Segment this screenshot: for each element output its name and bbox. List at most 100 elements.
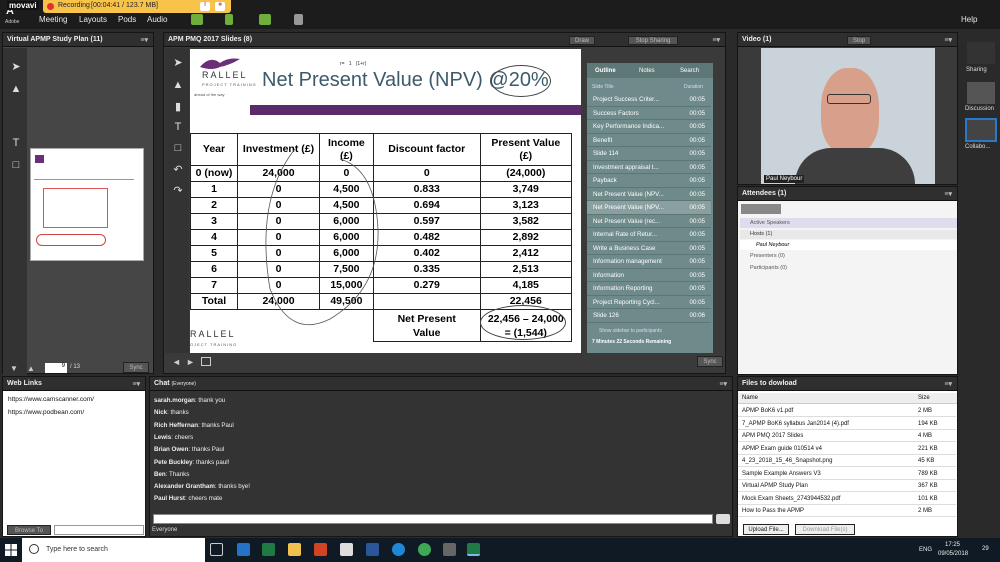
presenters-group[interactable]: Presenters (0) [740, 252, 957, 261]
outline-item[interactable]: Information Reporting 00:05 [587, 282, 711, 296]
undo-icon[interactable]: ↶ [171, 163, 185, 177]
arrow-up-icon[interactable]: ▲ [27, 364, 35, 373]
tab-outline[interactable]: Outline [595, 68, 616, 74]
discussion-layout-thumb[interactable] [967, 82, 995, 104]
outline-item[interactable]: Success Factors 00:05 [587, 107, 711, 120]
collaboration-layout-thumb[interactable] [965, 118, 997, 142]
outline-item[interactable]: Investment appraisal t... 00:05 [587, 161, 711, 174]
outline-item[interactable]: Payback 00:05 [587, 174, 711, 188]
participants-group[interactable]: Participants (0) [740, 264, 957, 273]
outline-item[interactable]: Net Present Value (NPV... 00:05 [587, 201, 711, 215]
file-explorer-icon[interactable] [288, 543, 301, 556]
clock-time[interactable]: 17:25 [945, 542, 960, 548]
edge-app-icon[interactable] [392, 543, 405, 556]
marker-tool-icon[interactable]: ▲ [171, 78, 185, 92]
file-row[interactable]: 4_23_2018_15_46_Snapshot.png 45 KB [738, 455, 956, 468]
weblink-item[interactable]: https://www.camscanner.com/ [8, 396, 94, 403]
redo-icon[interactable]: ↷ [171, 184, 185, 198]
weblink-item[interactable]: https://www.podbean.com/ [8, 409, 84, 416]
marker-tool-icon[interactable]: ▲ [9, 82, 23, 96]
file-row[interactable]: APMP BoK6 v1.pdf 2 MB [738, 405, 956, 418]
chat-tab-everyone[interactable]: Everyone [152, 527, 177, 533]
download-files-button[interactable]: Download File(s) [795, 524, 855, 535]
microphone-icon[interactable] [225, 14, 233, 25]
pointer-tool-icon[interactable]: ➤ [171, 56, 185, 70]
outline-item[interactable]: Net Present Value (NPV... 00:05 [587, 188, 711, 201]
pod-options-icon[interactable]: ≡▾ [944, 190, 952, 198]
menu-layouts[interactable]: Layouts [79, 15, 107, 24]
weblink-url-input[interactable] [54, 525, 144, 535]
discussion-layout-label[interactable]: Discussion [965, 106, 994, 112]
menu-audio[interactable]: Audio [147, 15, 167, 24]
help-menu[interactable]: Help [961, 15, 977, 24]
text-tool-icon[interactable]: T [9, 136, 23, 150]
menu-meeting[interactable]: Meeting [39, 15, 67, 24]
pause-button[interactable]: ‖ [200, 2, 210, 11]
chat-input[interactable] [153, 514, 713, 524]
study-plan-sync-button[interactable]: Sync [123, 362, 149, 373]
pod-options-icon[interactable]: ≡▾ [132, 380, 140, 388]
text-tool-icon[interactable]: T [171, 120, 185, 134]
excel-active-app-icon[interactable] [467, 543, 480, 556]
tab-search[interactable]: Search [680, 68, 699, 74]
eraser-tool-icon[interactable]: ▮ [171, 100, 185, 114]
windows-start-icon[interactable] [5, 544, 17, 556]
slides-sync-button[interactable]: Sync [697, 356, 723, 367]
hosts-group[interactable]: Hosts (1) [740, 230, 957, 239]
speaker-icon[interactable] [191, 14, 203, 25]
sharing-layout-label[interactable]: Sharing [966, 67, 987, 73]
stop-sharing-button[interactable]: Stop Sharing [628, 36, 678, 45]
file-row[interactable]: Virtual APMP Study Plan 367 KB [738, 480, 956, 493]
outline-item[interactable]: Project Success Criter... 00:05 [587, 93, 711, 107]
clock-date[interactable]: 09/05/2018 [938, 551, 968, 557]
next-slide-icon[interactable]: ► [186, 357, 195, 367]
col-size[interactable]: Size [918, 395, 930, 401]
webcam-icon[interactable] [259, 14, 271, 25]
page-number-input[interactable]: 9 [45, 363, 67, 373]
video-stop-button[interactable]: Stop [847, 36, 871, 45]
pod-options-icon[interactable]: ≡▾ [140, 36, 148, 44]
upload-file-button[interactable]: Upload File... [743, 524, 789, 535]
host-row[interactable]: Paul Neybour [740, 240, 957, 250]
store-app-icon[interactable] [340, 543, 353, 556]
col-name[interactable]: Name [742, 395, 758, 401]
outline-item[interactable]: Project Reporting Cycl... 00:05 [587, 296, 711, 309]
outline-item[interactable]: Information 00:05 [587, 269, 711, 282]
shape-tool-icon[interactable]: □ [9, 158, 23, 172]
outline-item[interactable]: Slide 114 00:05 [587, 147, 711, 161]
pod-options-icon[interactable]: ≡▾ [719, 380, 727, 388]
pod-options-icon[interactable]: ≡▾ [944, 380, 952, 388]
language-indicator[interactable]: ENG [919, 547, 932, 553]
file-row[interactable]: How to Pass the APMP 2 MB [738, 505, 956, 518]
chrome-app-icon[interactable] [418, 543, 431, 556]
outline-item[interactable]: Key Performance Indica... 00:05 [587, 120, 711, 134]
notification-count[interactable]: 29 [982, 546, 989, 552]
outline-item[interactable]: Slide 126 00:06 [587, 309, 711, 323]
outline-item[interactable]: Benefit 00:05 [587, 134, 711, 147]
excel-app-icon[interactable] [262, 543, 275, 556]
tab-notes[interactable]: Notes [639, 68, 655, 74]
fullscreen-icon[interactable] [201, 357, 211, 366]
file-row[interactable]: Sample Example Answers V3 789 KB [738, 468, 956, 480]
outline-item[interactable]: Net Present Value (rec... 00:05 [587, 215, 711, 228]
taskbar-search-box[interactable]: Type here to search [22, 538, 205, 562]
collaboration-layout-label[interactable]: Collabo... [965, 144, 990, 150]
show-sidebar-checkbox[interactable]: Show sidebar to participants [599, 328, 662, 334]
outline-item[interactable]: Internal Rate of Retur... 00:05 [587, 228, 711, 242]
pointer-tool-icon[interactable]: ➤ [9, 60, 23, 74]
attendee-view-icons[interactable] [741, 204, 781, 214]
powerpoint-app-icon[interactable] [314, 543, 327, 556]
outlook-app-icon[interactable] [237, 543, 250, 556]
file-row[interactable]: APM PMQ 2017 Slides 4 MB [738, 430, 956, 443]
outline-item[interactable]: Write a Business Case 00:05 [587, 242, 711, 255]
menu-pods[interactable]: Pods [118, 15, 136, 24]
file-row[interactable]: APMP Exam guide 010514 v4 221 KB [738, 443, 956, 455]
outline-item[interactable]: Information management 00:05 [587, 255, 711, 269]
draw-button[interactable]: Draw [569, 36, 595, 45]
file-row[interactable]: Mock Exam Sheets_2743944532.pdf 101 KB [738, 493, 956, 505]
pod-options-icon[interactable]: ≡▾ [944, 36, 952, 44]
terminal-app-icon[interactable] [443, 543, 456, 556]
raise-hand-icon[interactable] [294, 14, 303, 25]
pod-options-icon[interactable]: ≡▾ [712, 36, 720, 44]
arrow-down-icon[interactable]: ▼ [10, 364, 18, 373]
